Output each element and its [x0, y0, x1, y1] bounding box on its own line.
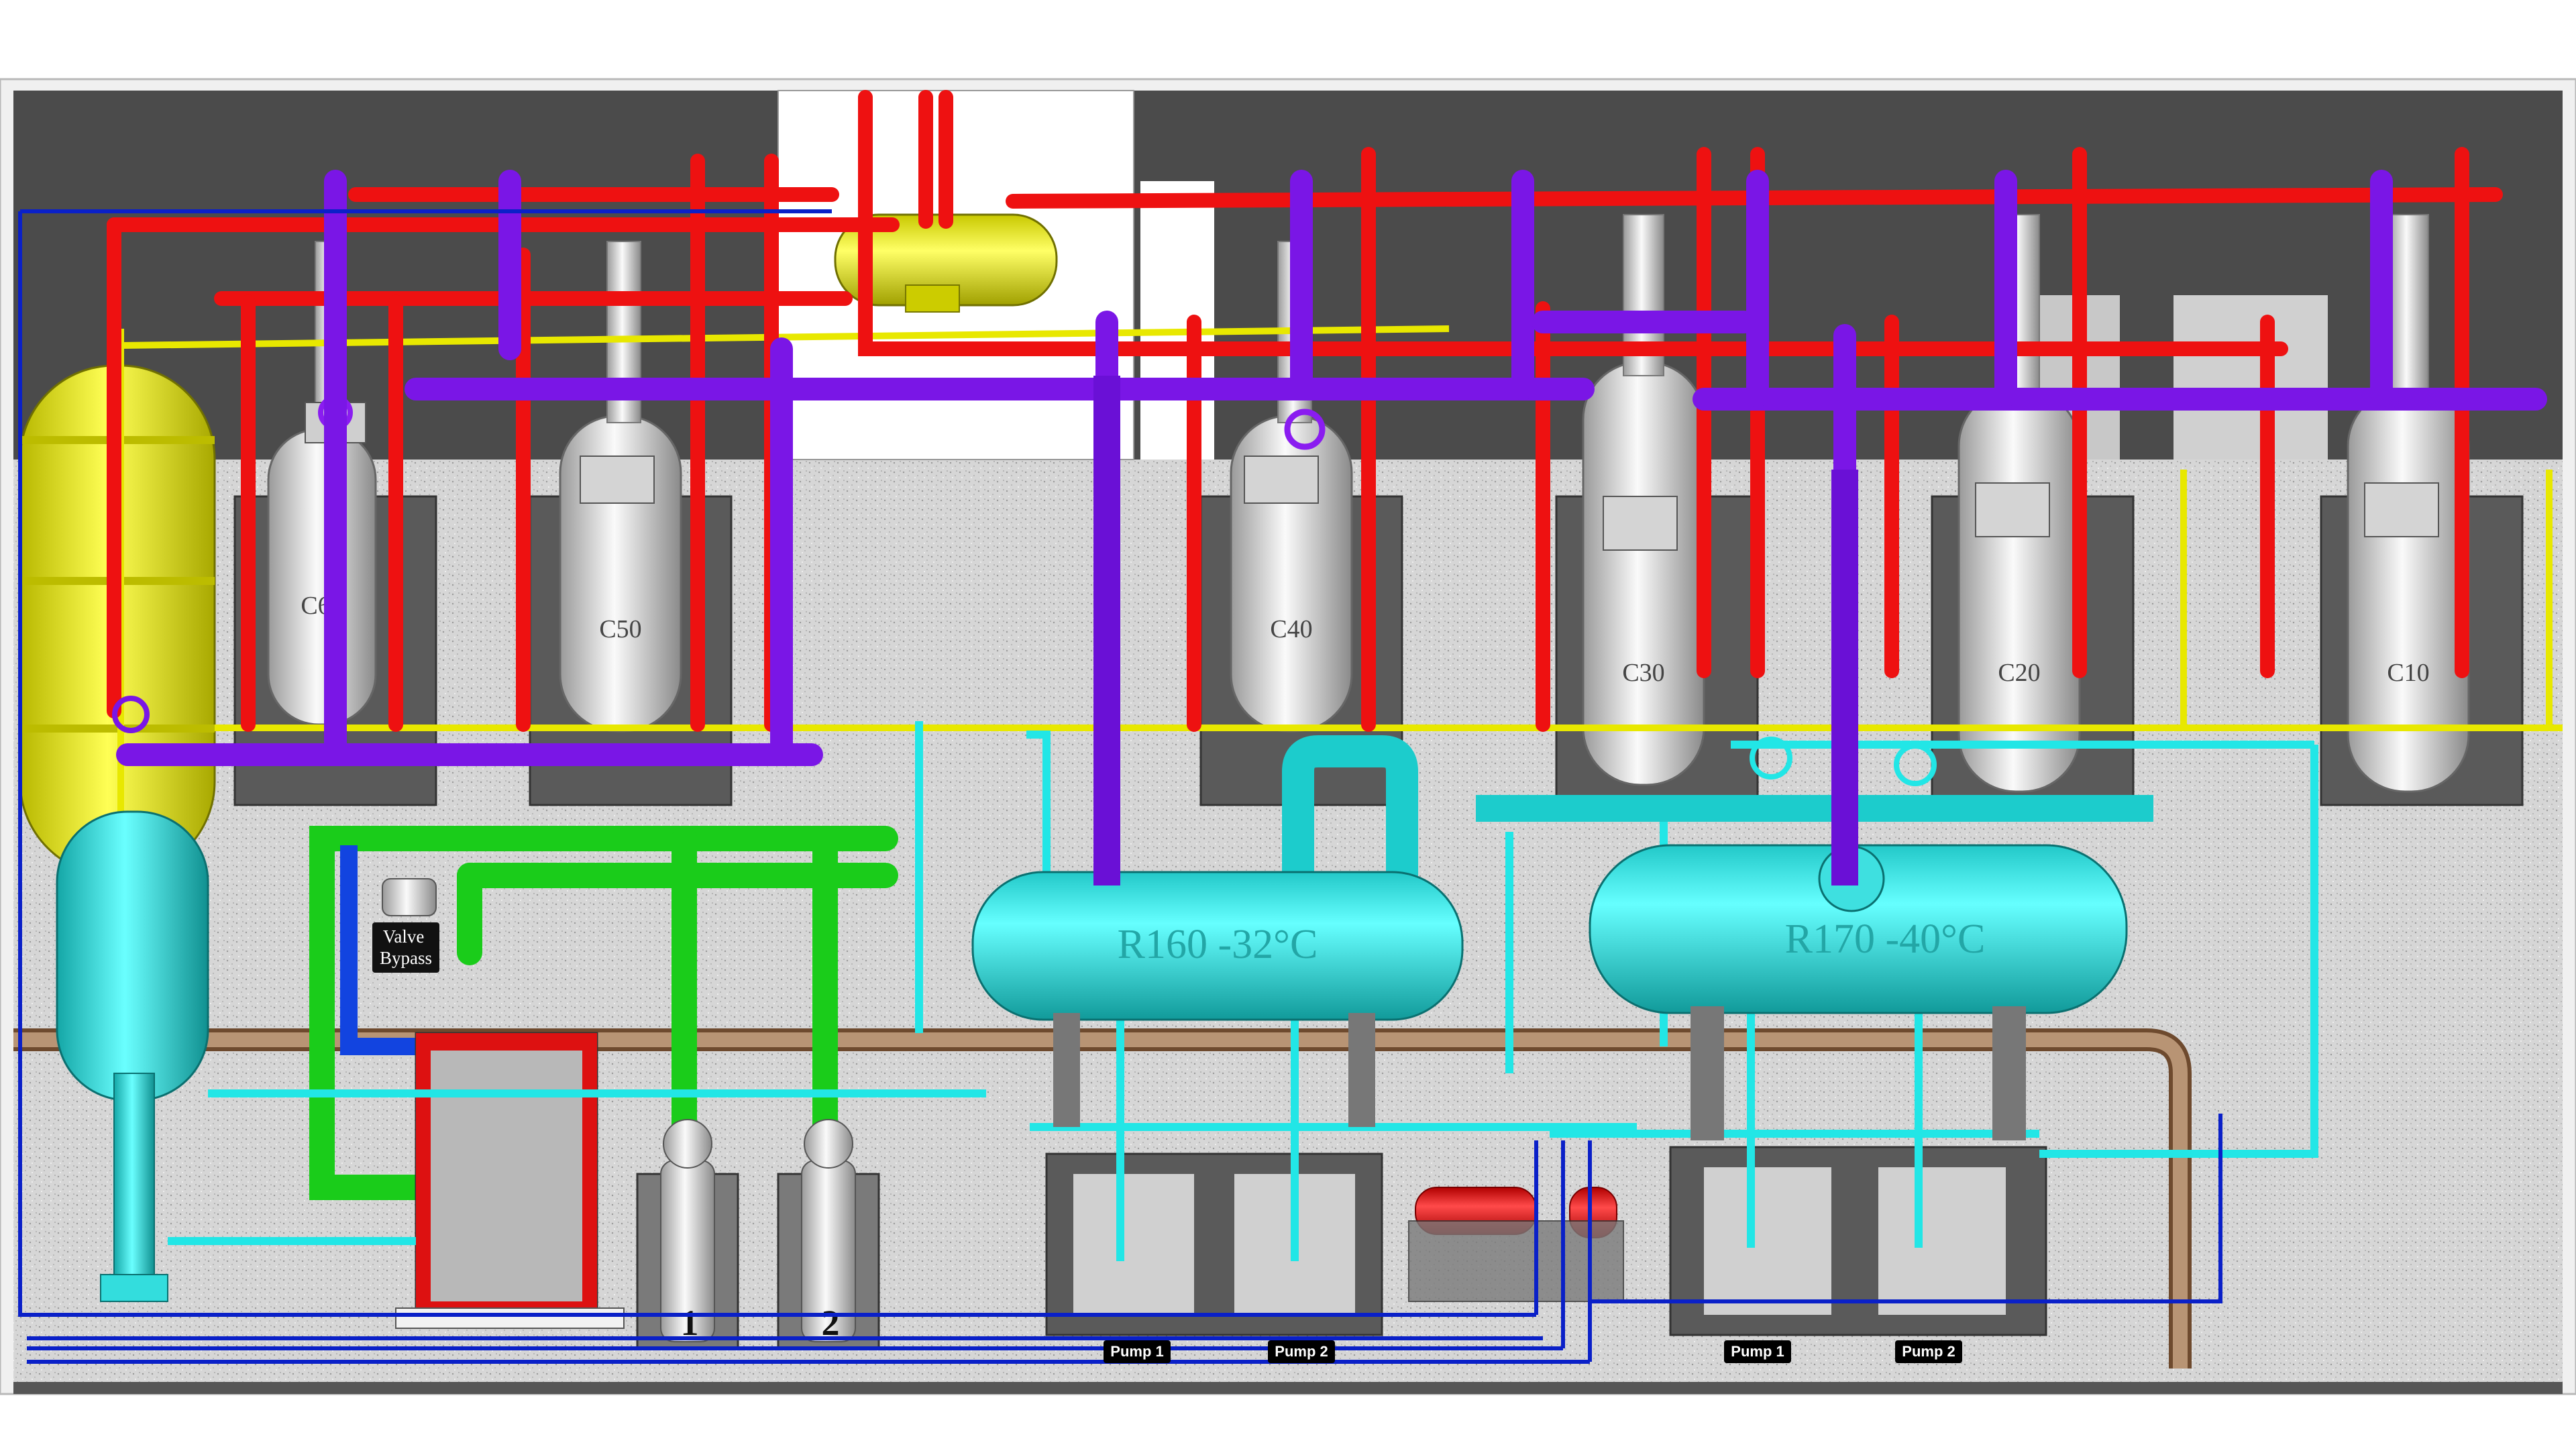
r160-label: R160 -32°C [1118, 922, 1318, 967]
r170-pump2-label: Pump 2 [1902, 1343, 1955, 1360]
compressor-label-c30: C30 [1622, 659, 1664, 687]
compressor-label-c10: C10 [2387, 659, 2429, 687]
valve-bypass-assembly: Valve Bypass [372, 878, 439, 973]
valve-bypass-text: Valve [383, 926, 424, 947]
r170-pump-skid [1669, 1146, 2047, 1336]
compressor-label-c40: C40 [1270, 615, 1312, 643]
r170-pump1-label: Pump 1 [1731, 1343, 1784, 1360]
compressor-label-c20: C20 [1998, 659, 2040, 687]
r160-pump2-label: Pump 2 [1275, 1343, 1328, 1360]
refrigeration-plant-diagram: C60 C50 C40 C30 C20 C10 Valve Bypass 1 2… [0, 0, 2576, 1449]
r160-pump-skid [1045, 1152, 1383, 1336]
compressor-label-c50: C50 [599, 615, 641, 643]
r160-pump1-label: Pump 1 [1110, 1343, 1163, 1360]
r170-label: R170 -40°C [1785, 916, 1986, 962]
plate-heat-exchanger [395, 1032, 625, 1329]
valve-bypass-text-line2: Bypass [380, 948, 432, 968]
